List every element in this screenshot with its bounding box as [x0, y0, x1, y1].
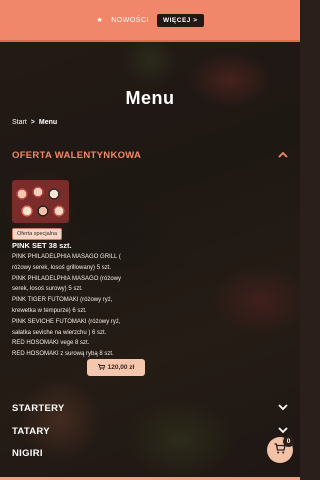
chevron-down-icon[interactable] — [278, 403, 288, 414]
add-to-cart-button[interactable]: 120,00 zł — [87, 359, 145, 376]
price-label: 120,00 zł — [107, 364, 135, 371]
more-button[interactable]: WIĘCEJ > — [156, 13, 204, 27]
category-oferta-walentynkowa[interactable]: OFERTA WALENTYNKOWA — [12, 150, 288, 161]
description-line: PINK PHILADELPHIA MASAGO (różowy — [12, 275, 122, 282]
promo-divider — [0, 40, 300, 42]
promo-tab — [4, 36, 20, 40]
description-line: krewetka w tempurze) 6 szt. — [12, 307, 87, 314]
description-line: sałatka seviche na wierzchu ) 6 szt. — [12, 329, 107, 336]
category-tatary[interactable]: TATARY — [12, 426, 288, 437]
cart-icon — [97, 363, 105, 372]
category-label: STARTERY — [12, 403, 65, 414]
breadcrumb-separator: > — [30, 119, 35, 126]
category-nigiri[interactable]: NIGIRI — [12, 448, 252, 459]
category-startery[interactable]: STARTERY — [12, 403, 288, 414]
description-line: PINK PHILADELPHIA MASAGO GRILL ( — [12, 254, 121, 260]
product-description: PINK PHILADELPHIA MASAGO GRILL ( różowy … — [12, 252, 140, 360]
category-label: OFERTA WALENTYNKOWA — [12, 150, 142, 161]
breadcrumb-home-link[interactable]: Start — [12, 119, 27, 126]
category-label: TATARY — [12, 426, 50, 437]
category-label: NIGIRI — [12, 448, 43, 459]
star-icon: ★ — [96, 17, 104, 24]
description-line: RED HOSOMAKI vege 8 szt. — [12, 340, 90, 347]
description-line: różowy serek, łosoś grillowany) 5 szt. — [12, 264, 112, 271]
description-line: serek, łosoś surowy) 5 szt. — [12, 286, 83, 293]
description-line: PINK TIGER FUTOMAKI (różowy ryż, — [12, 297, 113, 304]
page-title: Menu — [125, 88, 175, 108]
chevron-up-icon[interactable] — [278, 150, 288, 161]
product-name[interactable]: PINK SET 38 szt. — [12, 241, 72, 250]
promo-text: NOWOŚCI — [111, 16, 149, 24]
promo-banner: ★ NOWOŚCI WIĘCEJ > — [0, 0, 300, 40]
breadcrumb-current: Menu — [38, 119, 58, 126]
cart-count-badge: 0 — [283, 436, 294, 447]
description-line: PINK SEVICHE FUTOMAKI (różowy ryż, — [12, 318, 121, 325]
breadcrumb: Start > Menu — [12, 119, 57, 126]
product-image[interactable] — [12, 180, 69, 223]
special-offer-badge: Oferta specjalna — [12, 228, 63, 240]
